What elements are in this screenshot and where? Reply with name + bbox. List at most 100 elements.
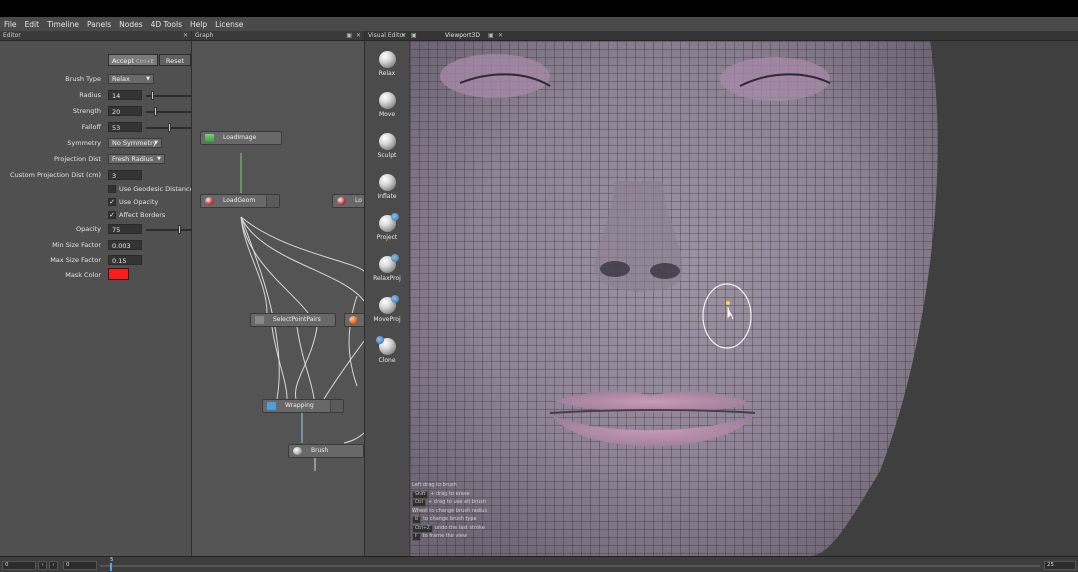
timeline-start-field[interactable]: 0	[2, 561, 36, 570]
menu-nodes[interactable]: Nodes	[115, 20, 146, 29]
close-icon[interactable]: ✕	[401, 31, 406, 41]
reset-button[interactable]: Reset	[159, 54, 191, 66]
strength-label: Strength	[72, 107, 101, 115]
graph-node-loadgeom[interactable]: LoadGeom	[200, 194, 280, 208]
tool-inflate[interactable]: Inflate	[365, 174, 409, 200]
node-label: Brush	[311, 447, 329, 454]
close-icon[interactable]: ✕	[356, 31, 361, 41]
connection-line	[343, 432, 364, 444]
move-sphere-icon	[378, 92, 396, 109]
strength-field[interactable]: 20	[108, 106, 142, 116]
strength-slider[interactable]	[146, 111, 191, 113]
menu-timeline[interactable]: Timeline	[43, 20, 83, 29]
float-icon[interactable]: ▣	[488, 31, 494, 41]
float-icon[interactable]: ▣	[411, 31, 417, 41]
min-size-factor-field[interactable]: 0.003	[108, 240, 142, 250]
step-forward-icon[interactable]: ›	[49, 561, 58, 570]
menu-panels[interactable]: Panels	[83, 20, 115, 29]
tool-label: Clone	[378, 357, 396, 364]
timeline-scrubber[interactable]	[100, 565, 1040, 567]
menu-edit[interactable]: Edit	[21, 20, 44, 29]
node-port[interactable]	[330, 400, 343, 412]
viewport3d-tab[interactable]: Viewport3D	[445, 31, 480, 41]
graph-node-wrapping[interactable]: Wrapping	[262, 399, 344, 413]
visual-editor-tab[interactable]: Visual Editor	[368, 32, 406, 39]
projection-arrow-icon	[390, 213, 399, 221]
hint-text: Left drag to brush	[412, 482, 457, 488]
float-icon[interactable]: ▣	[346, 31, 352, 41]
relax-sphere-icon	[378, 51, 396, 68]
geometry-icon	[205, 197, 214, 205]
hint-row: Left drag to brush	[412, 482, 532, 491]
tool-move[interactable]: Move	[365, 92, 409, 118]
editor-panel: Editor ✕ Accept Ctrl+E Reset Brush Type …	[0, 31, 194, 556]
dropdown-arrow-icon: ▼	[154, 140, 158, 146]
falloff-slider-handle[interactable]	[168, 123, 172, 132]
radius-field[interactable]: 14	[108, 90, 142, 100]
sculpt-sphere-icon	[378, 133, 396, 150]
hint-key: Shift	[412, 490, 429, 499]
graph-node-partial[interactable]	[344, 313, 364, 327]
viewport-panel: Visual Editor ▣ ✕ Viewport3D ▣ ✕ Left dr…	[365, 31, 1078, 556]
graph-node-brush[interactable]: Brush	[288, 444, 364, 458]
timeline-end-field[interactable]: 25	[1044, 561, 1076, 570]
tool-relaxproj[interactable]: RelaxProj	[365, 254, 409, 282]
graph-panel: Graph ▣ ✕ LoadImage LoadGeom Lo SelectPo…	[192, 31, 364, 556]
timeline-playhead[interactable]	[110, 563, 112, 571]
opacity-field[interactable]: 75	[108, 224, 142, 234]
use-opacity-label: Use Opacity	[119, 198, 159, 206]
tool-label: Sculpt	[377, 152, 397, 159]
face-mesh-render[interactable]	[410, 41, 1078, 556]
graph-connections	[240, 153, 364, 471]
menu-help[interactable]: Help	[186, 20, 211, 29]
falloff-field[interactable]: 53	[108, 122, 142, 132]
symmetry-dropdown[interactable]: No Symmetry ▼	[108, 138, 162, 148]
tool-sculpt[interactable]: Sculpt	[365, 133, 409, 159]
node-port[interactable]	[266, 195, 279, 207]
node-label: Lo	[355, 197, 362, 204]
opacity-slider[interactable]	[146, 229, 191, 231]
projection-dist-label: Projection Dist	[54, 155, 101, 163]
step-back-icon[interactable]: ‹	[38, 561, 47, 570]
menu-file[interactable]: File	[0, 20, 21, 29]
projection-dist-dropdown[interactable]: Fresh Radius ▼	[108, 154, 165, 164]
radius-slider-handle[interactable]	[151, 91, 155, 100]
affect-borders-checkbox[interactable]: ✓	[108, 211, 116, 219]
menu-license[interactable]: License	[211, 20, 247, 29]
custom-projection-dist-field[interactable]: 3	[108, 170, 142, 180]
brush-type-value: Relax	[112, 75, 130, 83]
menu-4d-tools[interactable]: 4D Tools	[147, 20, 186, 29]
graph-node-loadimage[interactable]: LoadImage	[200, 131, 282, 145]
tool-label: Inflate	[377, 193, 397, 200]
opacity-slider-handle[interactable]	[177, 225, 181, 234]
mask-color-swatch[interactable]	[108, 268, 129, 280]
graph-node-selectpointpairs[interactable]: SelectPointPairs	[250, 313, 336, 327]
hint-key: B	[412, 516, 422, 524]
timeline-current-field[interactable]: 0	[63, 561, 97, 570]
tool-relax[interactable]: Relax	[365, 51, 409, 77]
max-size-factor-field[interactable]: 0.15	[108, 255, 142, 265]
hint-text: to change brush type	[423, 516, 477, 522]
strength-slider-handle[interactable]	[154, 107, 158, 116]
tool-clone[interactable]: Clone	[365, 336, 409, 364]
radius-label: Radius	[79, 91, 101, 99]
timeline-bar: 0 ‹ › 0 5 25	[0, 556, 1078, 572]
tool-project[interactable]: Project	[365, 213, 409, 241]
graph-node-load-partial[interactable]: Lo	[332, 194, 364, 208]
relaxproj-sphere-icon	[378, 254, 399, 273]
accept-label: Accept	[111, 57, 135, 65]
close-icon[interactable]: ✕	[183, 31, 188, 41]
graph-panel-header: Graph ▣ ✕	[192, 31, 364, 41]
tool-moveproj[interactable]: MoveProj	[365, 295, 409, 323]
symmetry-label: Symmetry	[67, 139, 101, 147]
dropdown-arrow-icon: ▼	[146, 76, 150, 82]
mask-color-label: Mask Color	[65, 271, 101, 279]
projection-arrow-icon	[390, 295, 399, 303]
tool-label: Relax	[378, 70, 396, 77]
close-icon[interactable]: ✕	[498, 31, 503, 41]
brush-type-dropdown[interactable]: Relax ▼	[108, 74, 154, 84]
use-opacity-checkbox[interactable]: ✓	[108, 198, 116, 206]
use-geodesic-checkbox[interactable]	[108, 185, 116, 193]
accept-button[interactable]: Accept Ctrl+E	[108, 54, 158, 66]
hint-text: to frame the view	[422, 533, 467, 539]
